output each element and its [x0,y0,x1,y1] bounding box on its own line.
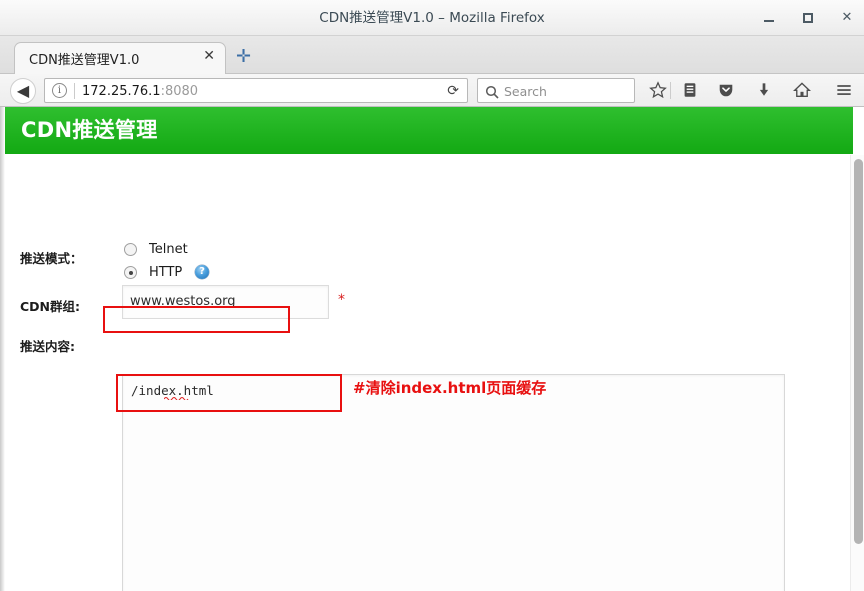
radio-telnet-icon[interactable] [124,243,137,256]
cdn-push-form: 推送模式： CDN群组: 推送内容: Telnet HTTP ? www.wes… [0,107,864,591]
url-separator [74,83,75,99]
back-arrow-icon: ◀ [16,81,30,100]
annotation-box-http-mode [103,306,290,333]
url-bar[interactable]: i 172.25.76.1:8080 ⟳ [44,78,468,103]
page-scrollbar[interactable] [850,155,864,591]
search-bar[interactable]: Search [477,78,635,103]
annotation-text: #清除index.html页面缓存 [353,379,547,397]
title-bar: CDN推送管理V1.0 – Mozilla Firefox ✕ [0,0,864,36]
url-text: 172.25.76.1:8080 [82,82,198,101]
site-identity-icon[interactable]: i [52,83,67,98]
minimize-button[interactable] [760,9,778,27]
tab-strip: CDN推送管理V1.0 ✕ ✛ [0,36,864,74]
help-icon[interactable]: ? [195,265,209,279]
search-icon [485,84,499,99]
url-port: :8080 [160,84,199,99]
search-placeholder: Search [504,84,547,99]
label-cdn-group: CDN群组: [20,299,81,314]
reload-icon[interactable]: ⟳ [447,82,459,101]
window-title: CDN推送管理V1.0 – Mozilla Firefox [319,10,545,26]
menu-icon[interactable] [834,81,854,101]
tab-label: CDN推送管理V1.0 [29,53,140,68]
tab-close-icon[interactable]: ✕ [203,48,215,64]
radio-http-icon[interactable] [124,266,137,279]
label-push-mode: 推送模式： [20,251,83,266]
downloads-icon[interactable] [754,81,774,101]
radio-telnet-label: Telnet [149,242,188,257]
label-push-content: 推送内容: [20,339,75,354]
close-button[interactable]: ✕ [838,9,856,27]
annotation-box-push-content [116,374,342,412]
library-icon[interactable] [680,81,700,101]
navigation-toolbar: ◀ i 172.25.76.1:8080 ⟳ Search [0,74,864,107]
toolbar-divider [670,82,671,99]
home-icon[interactable] [792,81,812,101]
url-host: 172.25.76.1 [82,84,161,99]
radio-http-label: HTTP [149,265,183,280]
browser-window: CDN推送管理V1.0 – Mozilla Firefox ✕ CDN推送管理V… [0,0,864,591]
back-button[interactable]: ◀ [10,78,36,104]
pocket-icon[interactable] [716,81,736,101]
maximize-button[interactable] [799,9,817,27]
new-tab-icon[interactable]: ✛ [236,48,251,66]
tab-cdn-push-management[interactable]: CDN推送管理V1.0 ✕ [14,42,226,74]
required-marker: * [338,292,345,308]
radio-http-selected-dot [128,270,133,275]
bookmark-star-icon[interactable] [648,81,668,101]
page-scrollbar-thumb[interactable] [854,159,863,544]
